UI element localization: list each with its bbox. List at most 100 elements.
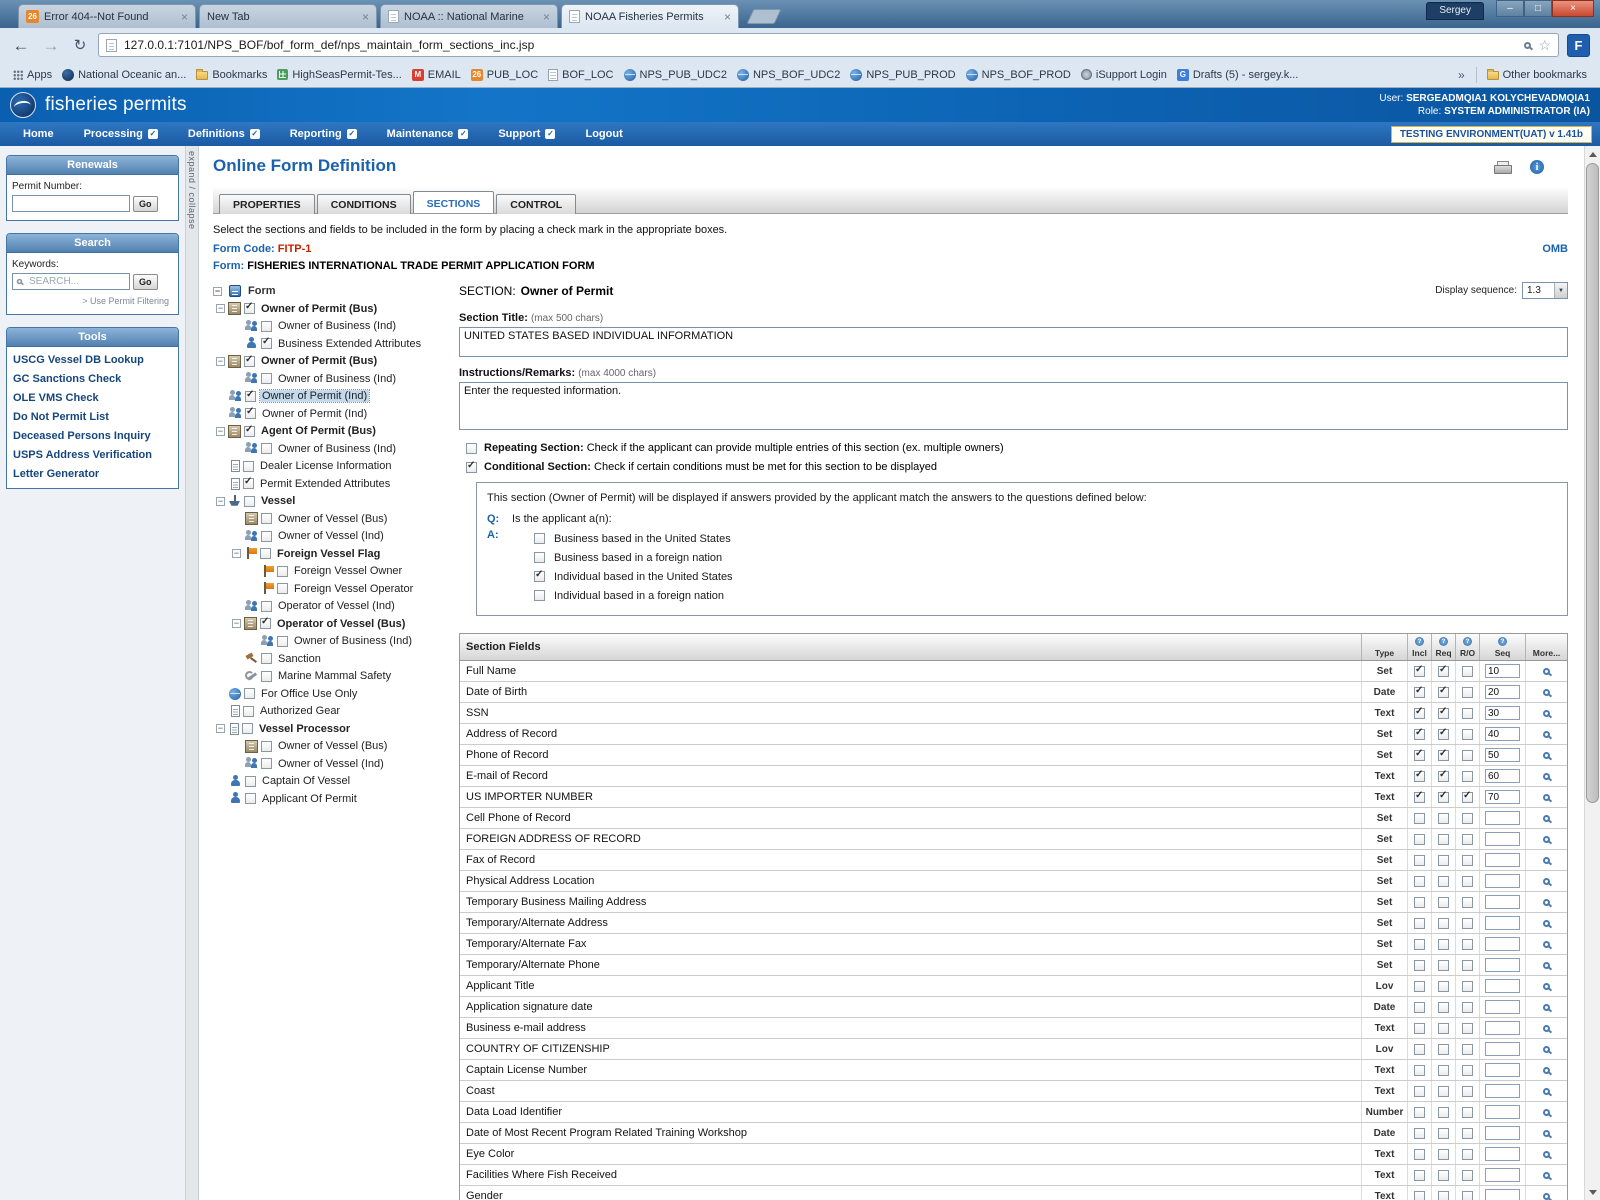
tree-item-label[interactable]: Dealer License Information xyxy=(258,460,393,472)
req-checkbox[interactable] xyxy=(1438,1044,1449,1055)
other-bookmarks[interactable]: Other bookmarks xyxy=(1482,67,1592,83)
tree-item[interactable]: Owner of Permit (Ind) xyxy=(213,388,447,406)
field-details-magnifier-icon[interactable] xyxy=(1543,668,1550,675)
field-details-magnifier-icon[interactable] xyxy=(1543,1172,1550,1179)
field-details-magnifier-icon[interactable] xyxy=(1543,689,1550,696)
tree-item[interactable]: Captain Of Vessel xyxy=(213,773,447,791)
seq-input[interactable] xyxy=(1485,1189,1520,1200)
ro-checkbox[interactable] xyxy=(1462,897,1473,908)
tree-item[interactable]: Marine Mammal Safety xyxy=(213,668,447,686)
tree-item-label[interactable]: Permit Extended Attributes xyxy=(258,478,392,490)
tree-item[interactable]: Owner of Vessel (Ind) xyxy=(213,755,447,773)
req-checkbox[interactable] xyxy=(1438,1170,1449,1181)
tree-item[interactable]: Owner of Business (Ind) xyxy=(213,633,447,651)
browser-tab[interactable]: 26 Error 404--Not Found × xyxy=(18,4,196,28)
req-checkbox[interactable] xyxy=(1438,771,1449,782)
seq-input[interactable] xyxy=(1485,874,1520,888)
tree-item[interactable]: For Office Use Only xyxy=(213,685,447,703)
seq-input[interactable] xyxy=(1485,937,1520,951)
tree-item[interactable]: − Operator of Vessel (Bus) xyxy=(213,615,447,633)
tree-item-checkbox[interactable] xyxy=(242,723,253,734)
nav-menu-item[interactable]: Home xyxy=(8,122,69,146)
seq-input[interactable] xyxy=(1485,979,1520,993)
tree-item-label[interactable]: Owner of Business (Ind) xyxy=(292,635,414,647)
req-checkbox[interactable] xyxy=(1438,897,1449,908)
ro-checkbox[interactable] xyxy=(1462,1086,1473,1097)
answer-checkbox[interactable] xyxy=(534,590,545,601)
incl-checkbox[interactable] xyxy=(1414,1149,1425,1160)
bookmarks-overflow-icon[interactable]: » xyxy=(1452,68,1471,82)
page-scrollbar[interactable] xyxy=(1584,146,1600,1200)
tree-item[interactable]: Foreign Vessel Operator xyxy=(213,580,447,598)
incl-checkbox[interactable] xyxy=(1414,1128,1425,1139)
permit-filtering-link[interactable]: > Use Permit Filtering xyxy=(12,296,173,306)
tree-item-label[interactable]: Vessel Processor xyxy=(257,723,352,735)
sidebar-collapse-strip[interactable]: expand / collapse xyxy=(186,146,199,1200)
tree-item-label[interactable]: Owner of Permit (Ind) xyxy=(260,390,369,402)
ro-checkbox[interactable] xyxy=(1462,918,1473,929)
seq-input[interactable] xyxy=(1485,916,1520,930)
incl-checkbox[interactable] xyxy=(1414,1170,1425,1181)
sidebar-tool-link[interactable]: OLE VMS Check xyxy=(9,389,176,408)
tree-item-checkbox[interactable] xyxy=(244,426,255,437)
ro-checkbox[interactable] xyxy=(1462,939,1473,950)
bookmark-item[interactable]: Bookmarks xyxy=(191,67,272,83)
nav-menu-item[interactable]: Logout xyxy=(570,122,637,146)
tree-item-checkbox[interactable] xyxy=(243,478,254,489)
bookmark-item[interactable]: NPS_PUB_PROD xyxy=(845,67,960,83)
scroll-up-icon[interactable] xyxy=(1585,146,1600,162)
conditional-section-checkbox[interactable] xyxy=(466,462,477,473)
tree-item-checkbox[interactable] xyxy=(261,373,272,384)
seq-input[interactable] xyxy=(1485,685,1520,699)
seq-input[interactable] xyxy=(1485,790,1520,804)
tree-item-checkbox[interactable] xyxy=(261,443,272,454)
ro-checkbox[interactable] xyxy=(1462,792,1473,803)
incl-checkbox[interactable] xyxy=(1414,792,1425,803)
tree-item-label[interactable]: Operator of Vessel (Bus) xyxy=(275,618,407,630)
answer-checkbox[interactable] xyxy=(534,552,545,563)
tree-collapse-icon[interactable]: − xyxy=(216,427,225,436)
tree-collapse-icon[interactable]: − xyxy=(216,304,225,313)
permit-number-input[interactable] xyxy=(12,195,130,212)
incl-checkbox[interactable] xyxy=(1414,855,1425,866)
nav-menu-item[interactable]: Maintenance ✓ xyxy=(372,122,484,146)
tree-collapse-icon[interactable]: − xyxy=(216,357,225,366)
req-checkbox[interactable] xyxy=(1438,981,1449,992)
help-icon[interactable]: ? xyxy=(1498,637,1507,646)
ro-checkbox[interactable] xyxy=(1462,708,1473,719)
tree-root[interactable]: − Form xyxy=(213,282,447,300)
apps-shortcut[interactable]: Apps xyxy=(8,67,57,83)
tree-item-checkbox[interactable] xyxy=(244,303,255,314)
tree-item-label[interactable]: Owner of Vessel (Ind) xyxy=(276,758,386,770)
tree-item[interactable]: Business Extended Attributes xyxy=(213,335,447,353)
bookmark-item[interactable]: iSupport Login xyxy=(1076,67,1172,83)
tree-item[interactable]: Owner of Business (Ind) xyxy=(213,318,447,336)
incl-checkbox[interactable] xyxy=(1414,897,1425,908)
seq-input[interactable] xyxy=(1485,1042,1520,1056)
incl-checkbox[interactable] xyxy=(1414,1023,1425,1034)
req-checkbox[interactable] xyxy=(1438,1065,1449,1076)
ro-checkbox[interactable] xyxy=(1462,834,1473,845)
ro-checkbox[interactable] xyxy=(1462,981,1473,992)
field-details-magnifier-icon[interactable] xyxy=(1543,1109,1550,1116)
info-icon[interactable]: i xyxy=(1530,160,1544,174)
bookmark-item[interactable]: 26 PUB_LOC xyxy=(466,67,543,83)
tree-item-label[interactable]: Foreign Vessel Owner xyxy=(292,565,404,577)
field-details-magnifier-icon[interactable] xyxy=(1543,794,1550,801)
tree-item-label[interactable]: Owner of Business (Ind) xyxy=(276,443,398,455)
reload-icon[interactable]: ↻ xyxy=(70,36,90,54)
incl-checkbox[interactable] xyxy=(1414,981,1425,992)
tree-item[interactable]: Applicant Of Permit xyxy=(213,790,447,808)
help-icon[interactable]: ? xyxy=(1415,637,1424,646)
field-details-magnifier-icon[interactable] xyxy=(1543,899,1550,906)
tree-item[interactable]: Dealer License Information xyxy=(213,458,447,476)
minimize-button[interactable]: – xyxy=(1496,0,1524,17)
tree-item[interactable]: − Owner of Permit (Bus) xyxy=(213,353,447,371)
req-checkbox[interactable] xyxy=(1438,750,1449,761)
req-checkbox[interactable] xyxy=(1438,666,1449,677)
tree-item-label[interactable]: Sanction xyxy=(276,653,323,665)
incl-checkbox[interactable] xyxy=(1414,771,1425,782)
tree-item-label[interactable]: Foreign Vessel Operator xyxy=(292,583,415,595)
tree-item-label[interactable]: Owner of Vessel (Bus) xyxy=(276,740,389,752)
tree-item-checkbox[interactable] xyxy=(244,496,255,507)
